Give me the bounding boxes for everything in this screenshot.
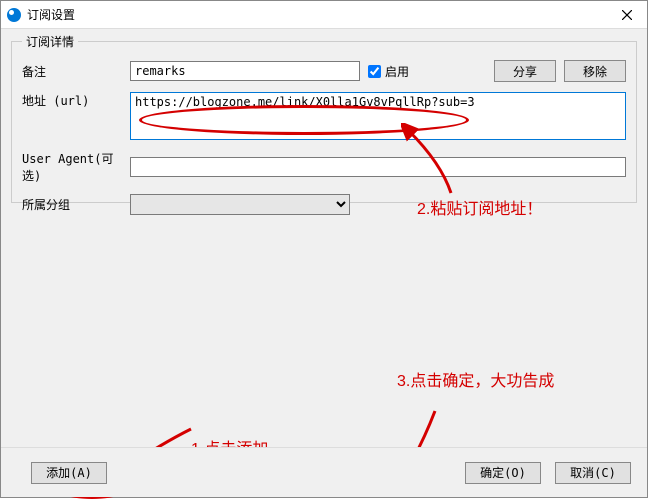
close-button[interactable] (607, 1, 647, 29)
titlebar: 订阅设置 (1, 1, 647, 29)
app-icon (7, 8, 21, 22)
enable-checkbox-wrap[interactable]: 启用 (368, 63, 409, 80)
enable-label: 启用 (385, 63, 409, 80)
add-button[interactable]: 添加(A) (31, 462, 107, 484)
share-button[interactable]: 分享 (494, 60, 556, 82)
label-user-agent: User Agent(可选) (22, 150, 122, 184)
url-input[interactable] (130, 92, 626, 140)
details-fieldset: 订阅详情 备注 启用 分享 移除 地址 (url) User Agent(可选) (11, 33, 637, 203)
bottom-bar: 添加(A) 确定(O) 取消(C) (1, 447, 647, 497)
dialog-window: 订阅设置 订阅详情 备注 启用 分享 移除 地址 (url) (0, 0, 648, 498)
content-area: 订阅详情 备注 启用 分享 移除 地址 (url) User Agent(可选) (1, 29, 647, 497)
row-group: 所属分组 (22, 194, 626, 215)
row-remarks: 备注 启用 分享 移除 (22, 60, 626, 82)
remove-button[interactable]: 移除 (564, 60, 626, 82)
label-url: 地址 (url) (22, 92, 122, 109)
row-user-agent: User Agent(可选) (22, 150, 626, 184)
user-agent-input[interactable] (130, 157, 626, 177)
cancel-button[interactable]: 取消(C) (555, 462, 631, 484)
remarks-input[interactable] (130, 61, 360, 81)
annotation-text-step3: 3.点击确定，大功告成 (397, 371, 557, 393)
window-title: 订阅设置 (27, 6, 607, 23)
group-select[interactable] (130, 194, 350, 215)
fieldset-legend: 订阅详情 (22, 33, 78, 50)
ok-button[interactable]: 确定(O) (465, 462, 541, 484)
row-url: 地址 (url) (22, 92, 626, 140)
label-group: 所属分组 (22, 196, 122, 213)
enable-checkbox[interactable] (368, 65, 381, 78)
label-remarks: 备注 (22, 63, 122, 80)
close-icon (622, 10, 632, 20)
